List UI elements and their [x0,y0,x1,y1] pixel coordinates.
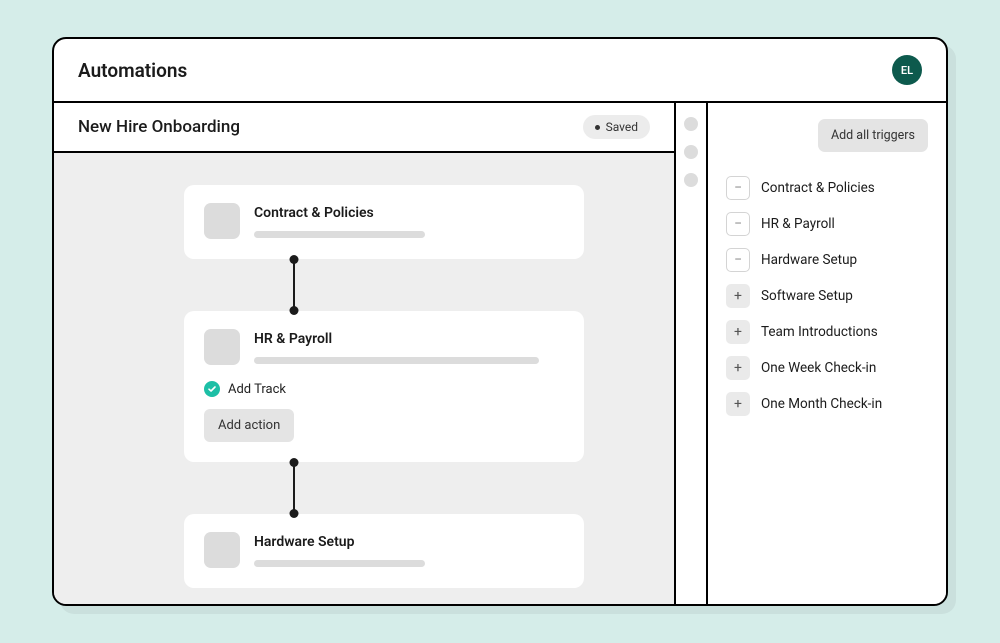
card-expanded-area: Add Track Add action [204,381,564,442]
card-content: Contract & Policies [254,203,564,238]
placeholder-line [254,231,425,238]
connector-icon [293,462,295,514]
trigger-label: One Week Check-in [761,360,876,376]
trigger-label: Contract & Policies [761,180,875,196]
card-icon [204,329,240,365]
trigger-item[interactable]: − HR & Payroll [726,212,928,236]
workflow-header: New Hire Onboarding Saved [54,103,674,153]
trigger-label: One Month Check-in [761,396,882,412]
remove-trigger-icon[interactable]: − [726,212,750,236]
add-track-label: Add Track [228,382,286,397]
card-title: Hardware Setup [254,534,564,550]
add-all-triggers-button[interactable]: Add all triggers [818,119,928,152]
remove-trigger-icon[interactable]: − [726,248,750,272]
page-title: Automations [78,59,187,82]
left-pane: New Hire Onboarding Saved Contract & Pol… [54,103,676,604]
trigger-item[interactable]: − Contract & Policies [726,176,928,200]
workflow-card[interactable]: HR & Payroll Add Track Add ac [184,311,584,462]
status-badge: Saved [583,115,650,139]
workflow-title: New Hire Onboarding [78,117,240,137]
triggers-panel-top: Add all triggers [726,119,928,152]
check-icon [204,381,220,397]
workflow-card[interactable]: Hardware Setup [184,514,584,588]
workflow-card[interactable]: Contract & Policies [184,185,584,259]
card-head: HR & Payroll [204,329,564,365]
triggers-panel: Add all triggers − Contract & Policies −… [708,103,946,604]
workflow-flow: Contract & Policies HR & Payroll [184,185,584,588]
add-trigger-icon[interactable]: + [726,284,750,308]
card-content: HR & Payroll [254,329,564,364]
app-window: Automations EL New Hire Onboarding Saved [52,37,948,606]
rail-dot-icon[interactable] [684,117,698,131]
trigger-item[interactable]: + One Week Check-in [726,356,928,380]
trigger-label: Hardware Setup [761,252,857,268]
placeholder-line [254,560,425,567]
card-icon [204,203,240,239]
placeholder-line [254,357,539,364]
titlebar: Automations EL [54,39,946,103]
card-content: Hardware Setup [254,532,564,567]
status-dot-icon [595,125,600,130]
add-trigger-icon[interactable]: + [726,356,750,380]
connector-icon [293,259,295,311]
card-title: HR & Payroll [254,331,564,347]
avatar[interactable]: EL [892,55,922,85]
body: New Hire Onboarding Saved Contract & Pol… [54,103,946,604]
card-title: Contract & Policies [254,205,564,221]
status-label: Saved [606,120,638,134]
trigger-item[interactable]: + One Month Check-in [726,392,928,416]
trigger-item[interactable]: + Software Setup [726,284,928,308]
add-track-row[interactable]: Add Track [204,381,564,397]
add-trigger-icon[interactable]: + [726,392,750,416]
card-head: Contract & Policies [204,203,564,239]
remove-trigger-icon[interactable]: − [726,176,750,200]
trigger-item[interactable]: + Team Introductions [726,320,928,344]
trigger-item[interactable]: − Hardware Setup [726,248,928,272]
add-trigger-icon[interactable]: + [726,320,750,344]
trigger-label: HR & Payroll [761,216,835,232]
rail-dot-icon[interactable] [684,145,698,159]
trigger-label: Software Setup [761,288,853,304]
card-head: Hardware Setup [204,532,564,568]
center-rail [676,103,708,604]
rail-dot-icon[interactable] [684,173,698,187]
trigger-label: Team Introductions [761,324,878,340]
trigger-list: − Contract & Policies − HR & Payroll − H… [726,176,928,416]
card-icon [204,532,240,568]
add-action-button[interactable]: Add action [204,409,294,442]
workflow-canvas[interactable]: Contract & Policies HR & Payroll [54,153,674,604]
